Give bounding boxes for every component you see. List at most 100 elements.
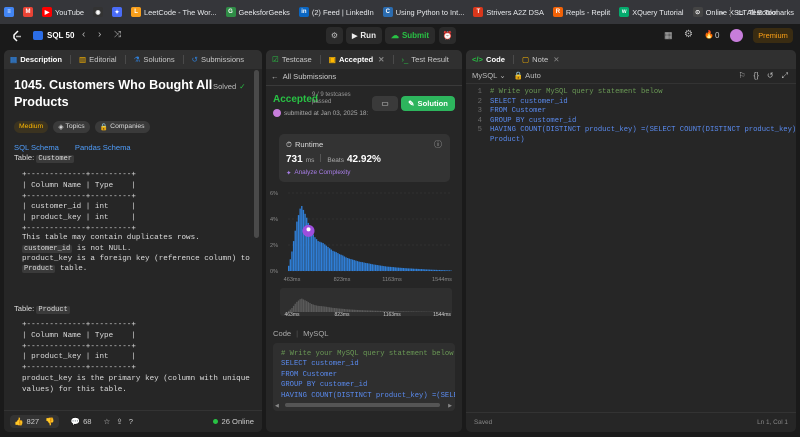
bookmark-item[interactable]: L LeetCode - The Wor... (131, 7, 217, 17)
settings-icon[interactable]: ⚙ (684, 29, 693, 40)
edit-icon: ✎ (408, 99, 415, 108)
reset-icon[interactable]: ↺ (767, 71, 774, 81)
tab-code[interactable]: </> Code (472, 55, 505, 64)
bookmark-item[interactable]: ✦ (112, 7, 123, 17)
tab-description[interactable]: ▤ Description (10, 55, 62, 64)
leetcode-logo-icon[interactable] (11, 30, 23, 42)
premium-button[interactable]: Premium (753, 28, 793, 43)
submit-button[interactable]: ☁ Submit (385, 27, 435, 44)
bookmark-item[interactable]: ◉ (93, 7, 104, 17)
tab-accepted[interactable]: ▣ Accepted ✕ (329, 55, 385, 64)
chart-bar (379, 265, 382, 271)
editor-line: 3 FROM Customer (468, 107, 790, 117)
bookmark-favicon-icon: M (23, 7, 33, 17)
difficulty-badge[interactable]: Medium (14, 121, 49, 133)
topics-badge[interactable]: ◈ Topics (53, 121, 90, 133)
bookmark-item[interactable]: ▶ YouTube (42, 7, 84, 17)
chart-bar (447, 270, 449, 271)
chart-bar (368, 263, 370, 271)
tab-testcase[interactable]: ☑ Testcase (272, 55, 312, 64)
overview-bar (378, 310, 380, 312)
overview-bar (304, 300, 306, 312)
auto-mode[interactable]: 🔒 Auto (514, 71, 541, 80)
more-bookmarks-icon[interactable]: » (720, 8, 724, 17)
prev-problem-icon[interactable]: ‹ (82, 29, 85, 40)
bookmark-item[interactable]: w XQuery Tutorial (619, 7, 684, 17)
shuffle-icon[interactable]: ⤨ (114, 29, 121, 40)
like-button[interactable]: 👍 827 👎 (10, 415, 59, 428)
overview-bar (355, 309, 357, 312)
language-select[interactable]: MySQL ⌄ (472, 71, 506, 80)
chart-bar (429, 269, 431, 271)
chart-bar (351, 259, 354, 271)
debug-button[interactable]: ⚙ (326, 27, 343, 44)
like-count: 827 (26, 417, 40, 426)
runtime-distribution-chart[interactable]: 6% 4% 2% 0% 463ms 823ms 1163ms 1544ms 463ms 823ms… (266, 185, 462, 325)
comments-button[interactable]: 💬 68 (71, 417, 92, 426)
chart-bar (370, 263, 372, 271)
format-icon[interactable]: {} (754, 71, 759, 81)
solution-button[interactable]: ✎ Solution (401, 96, 455, 111)
code-text: HAVING COUNT(DISTINCT product_key) =(SEL… (490, 126, 796, 135)
share-icon[interactable]: ⇪ (116, 417, 122, 426)
all-bookmarks-button[interactable]: ▭ All Bookmarks (737, 8, 794, 17)
layout-icon[interactable]: ▦ (664, 30, 673, 41)
back-to-submissions[interactable]: ← All Submissions (271, 72, 336, 81)
run-button[interactable]: ▶ Run (346, 27, 382, 44)
line-number: 3 (477, 107, 482, 116)
fullscreen-icon[interactable]: ⤢ (782, 71, 788, 81)
timer-button[interactable]: ⏰ (439, 27, 456, 44)
bookmark-item[interactable]: M (23, 7, 33, 17)
analyze-label: Analyze Complexity (294, 169, 351, 176)
avatar[interactable] (730, 29, 743, 42)
code-hscroll[interactable] (285, 403, 440, 407)
overview-bar (329, 307, 331, 312)
tab-submissions[interactable]: ↺ Submissions (192, 55, 244, 64)
sql-schema-link[interactable]: SQL Schema (14, 143, 59, 152)
y-tick-label: 4% (270, 217, 278, 223)
bookmark-item[interactable]: C Using Python to Int... (382, 7, 464, 17)
pandas-schema-link[interactable]: Pandas Schema (75, 143, 131, 152)
bookmark-item[interactable]: G GeeksforGeeks (225, 7, 290, 17)
overview-bar (373, 310, 375, 312)
notification-icon[interactable]: 🔥 (704, 30, 714, 39)
runtime-label: Runtime (294, 140, 324, 149)
chart-bar (437, 269, 439, 271)
overview-bar (310, 304, 313, 312)
overview-bar (351, 309, 354, 312)
code-editor[interactable]: 1 # Write your MySQL query statement belo… (468, 88, 796, 146)
chart-bar (358, 261, 360, 271)
analyze-complexity-link[interactable]: ✦ Analyze Complexity (286, 169, 350, 177)
runtime-heading: ⏱ Runtime (286, 140, 323, 150)
star-icon[interactable]: ☆ (104, 417, 111, 426)
tab-editorial[interactable]: ▥ Editorial (79, 55, 117, 64)
play-icon: ▶ (352, 32, 358, 40)
close-note-icon[interactable]: ✕ (553, 55, 559, 64)
bookmark-icon[interactable]: ⚐ (738, 71, 745, 81)
y-tick-label: 2% (270, 243, 278, 249)
next-problem-icon[interactable]: › (98, 29, 101, 40)
problem-list-title[interactable]: SQL 50 (47, 31, 74, 40)
problem-list-icon[interactable] (33, 31, 43, 40)
help-icon[interactable]: ? (129, 417, 133, 426)
tab-solutions[interactable]: ⚗ Solutions (134, 55, 175, 64)
tab-note[interactable]: ▢ Note ✕ (522, 55, 560, 64)
bookmark-item[interactable]: R Repls - Replit (552, 7, 610, 17)
chart-bar (399, 267, 401, 271)
chart-bar (414, 268, 416, 271)
bookmark-item[interactable]: in (2) Feed | LinkedIn (298, 7, 374, 17)
bookmark-item[interactable]: ≡ (4, 7, 14, 17)
bookmark-item[interactable]: T Strivers A2Z DSA (473, 7, 544, 17)
overview-bar (299, 299, 301, 312)
close-tab-icon[interactable]: ✕ (378, 55, 384, 64)
companies-badge[interactable]: 🔒 Companies (94, 121, 150, 133)
bookmark-favicon-icon: ▶ (42, 7, 52, 17)
compare-button[interactable]: ▭ (372, 96, 398, 111)
scroll-left-icon[interactable]: ◀ (275, 403, 279, 409)
left-scrollbar[interactable] (254, 70, 259, 238)
scroll-right-icon[interactable]: ▶ (448, 403, 452, 409)
solution-label: Solution (417, 99, 448, 108)
info-icon[interactable]: ⓘ (434, 139, 442, 150)
dislike-icon[interactable]: 👎 (45, 417, 54, 426)
tab-test-result[interactable]: ›_ Test Result (402, 55, 449, 64)
